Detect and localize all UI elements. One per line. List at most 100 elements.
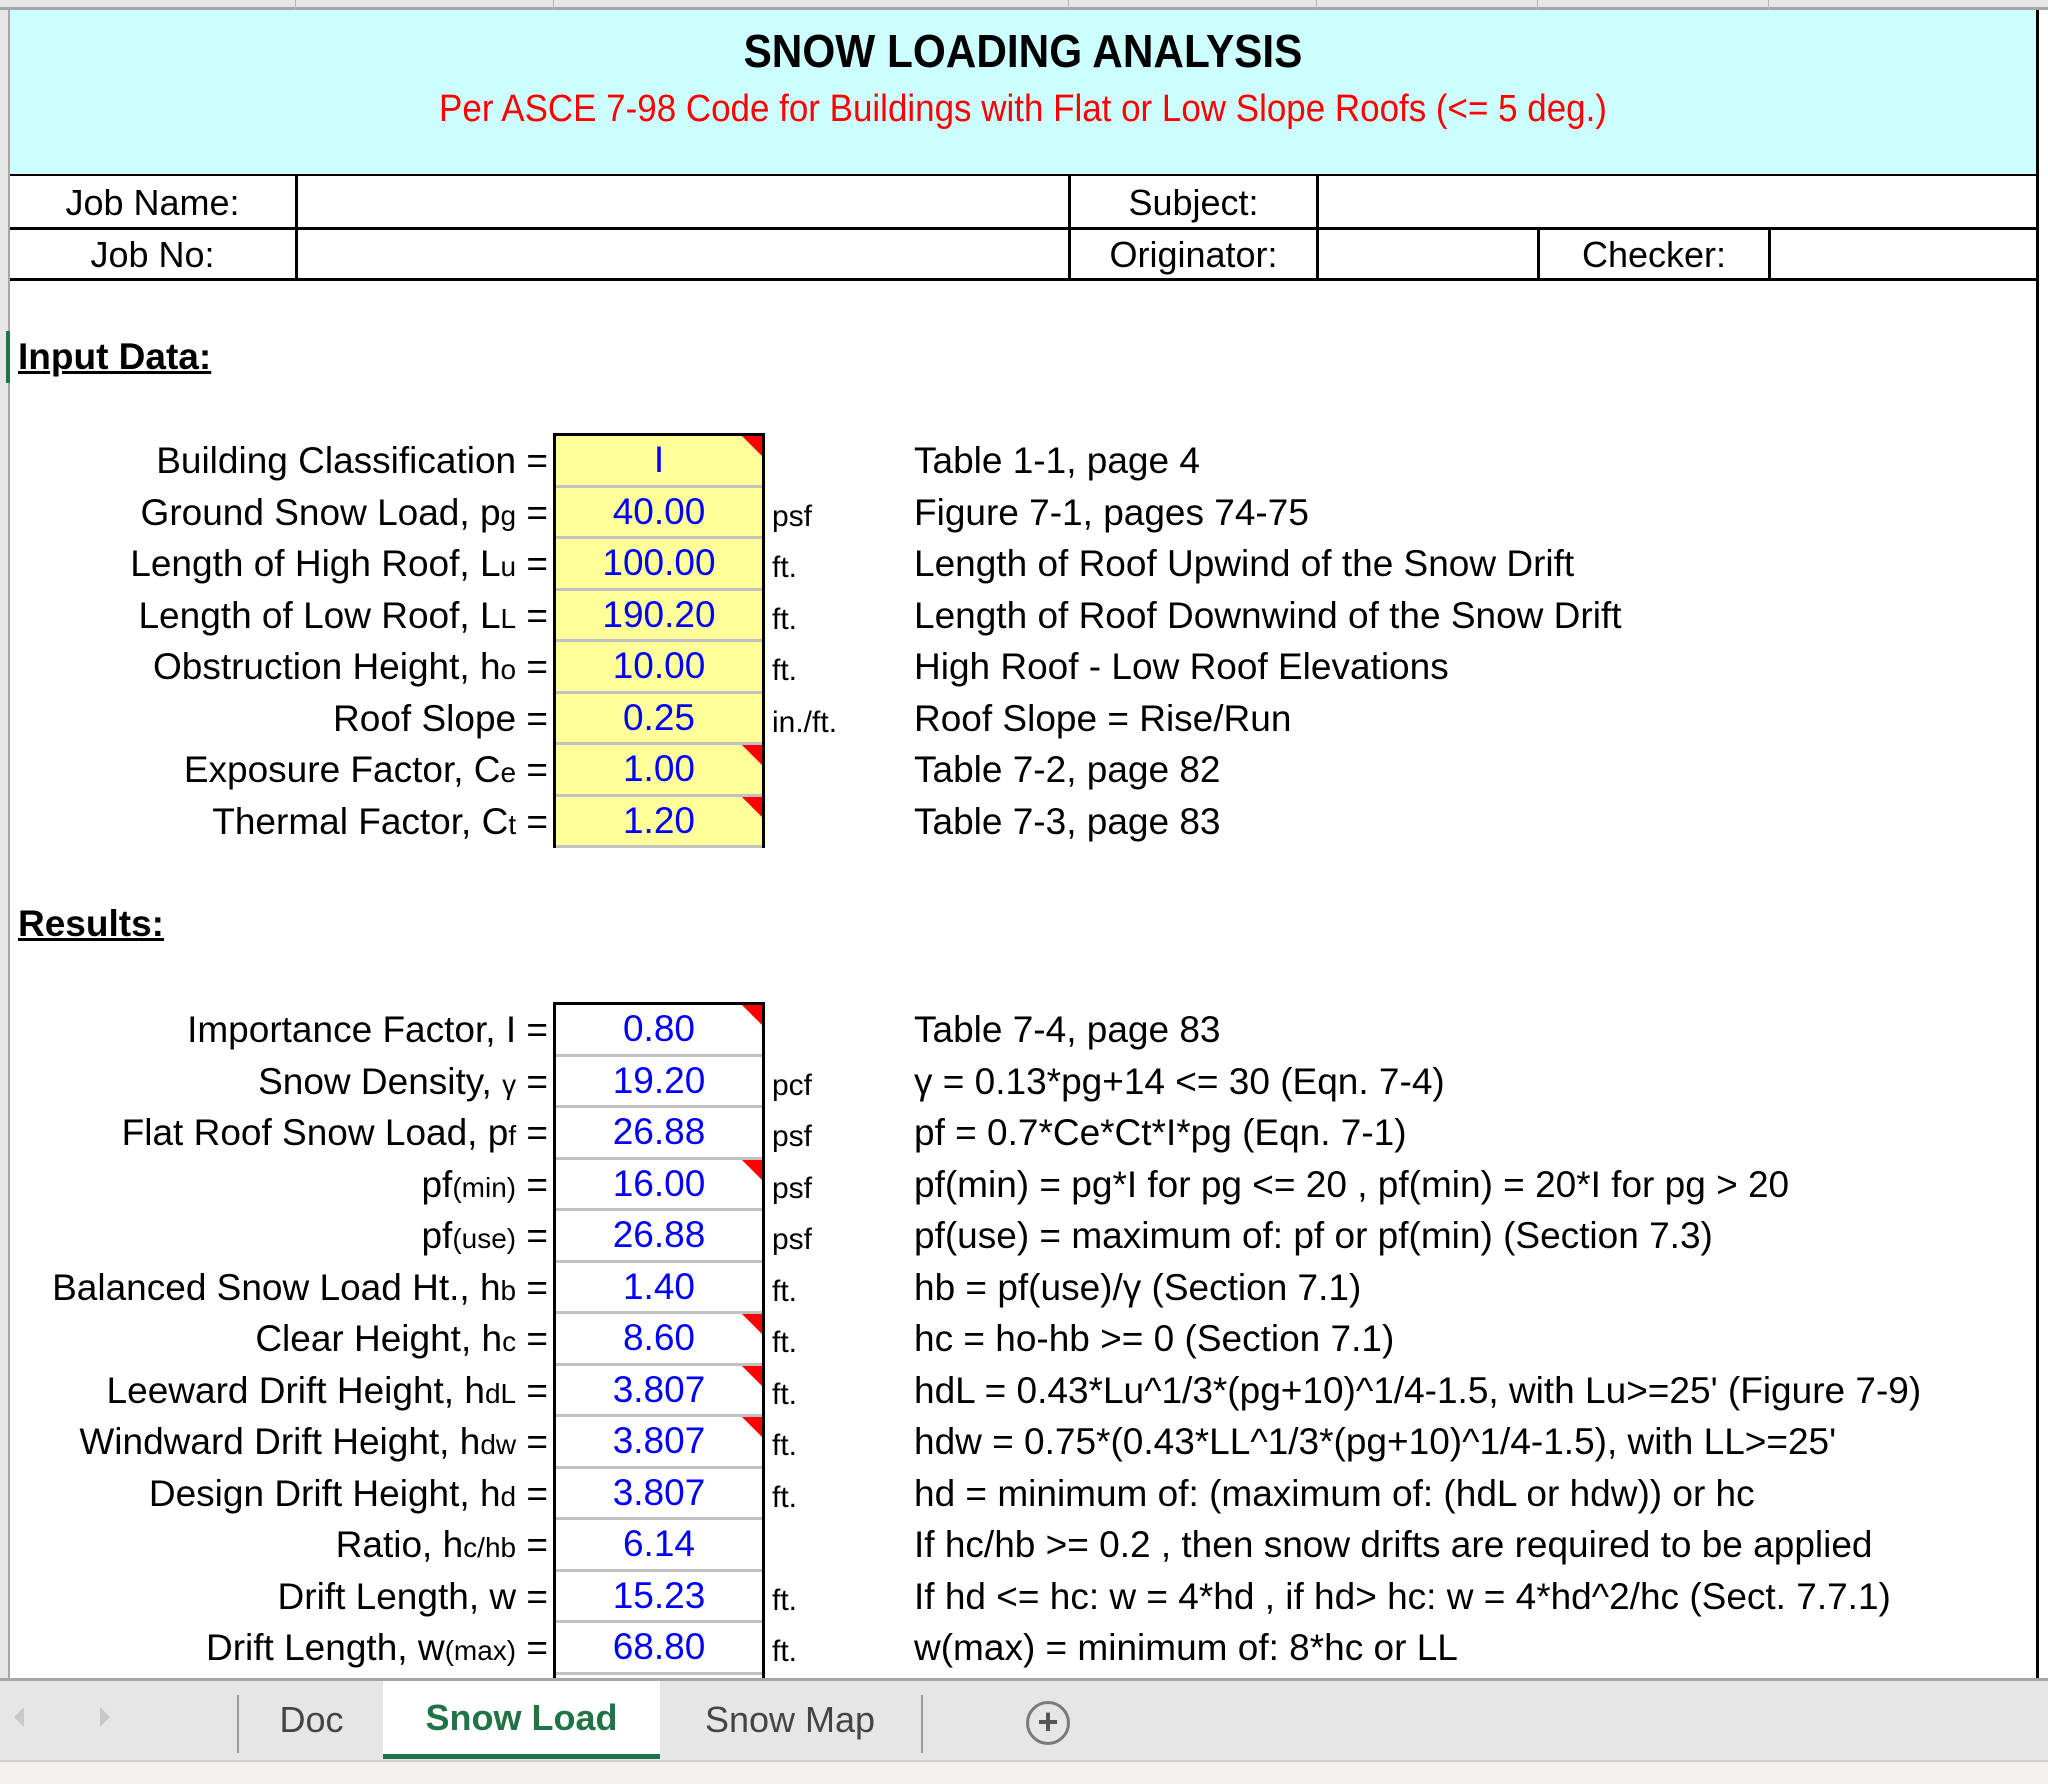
label-subscript: (max) bbox=[444, 1635, 517, 1666]
label-subscript: d bbox=[500, 1480, 517, 1512]
comment-indicator-icon[interactable] bbox=[742, 436, 762, 456]
unit-label: ft. bbox=[772, 602, 798, 636]
results-values-box: 0.80 19.20 26.88 16.00 26.88 1.40 8.60 3.807 3.8… bbox=[553, 1002, 765, 1678]
equals-sign: = bbox=[516, 491, 548, 533]
result-value-cell[interactable]: 19.20 bbox=[556, 1057, 762, 1108]
chevron-right-icon[interactable] bbox=[100, 1707, 110, 1727]
unit-label: psf bbox=[772, 499, 813, 533]
reference-note: hdL = 0.43*Lu^1/3*(pg+10)^1/4-1.5, with … bbox=[914, 1369, 1922, 1411]
input-value-cell[interactable]: 40.00 bbox=[556, 487, 762, 539]
result-value-cell[interactable]: 15.23 bbox=[556, 1572, 762, 1623]
unit-label: ft. bbox=[772, 1480, 798, 1514]
job-name-field[interactable] bbox=[298, 178, 1068, 228]
label-text: Ratio, h bbox=[335, 1524, 464, 1565]
column-divider[interactable] bbox=[295, 0, 296, 10]
unit-label: ft. bbox=[772, 1326, 798, 1359]
status-bar bbox=[0, 1760, 2048, 1784]
result-value-cell[interactable]: 3.807 bbox=[556, 1469, 762, 1520]
unit-label: ft. bbox=[772, 654, 798, 687]
result-value-cell[interactable]: 6.14 bbox=[556, 1520, 762, 1572]
result-value-cell[interactable]: 0.80 bbox=[556, 1005, 762, 1057]
result-value-cell[interactable]: 26.88 bbox=[556, 1108, 762, 1160]
result-value-cell[interactable]: 1.40 bbox=[556, 1263, 762, 1314]
input-value-cell[interactable]: 10.00 bbox=[556, 642, 762, 694]
comment-indicator-icon[interactable] bbox=[742, 1314, 762, 1334]
field-label: Obstruction Height, ho = bbox=[0, 646, 548, 688]
reference-note: hd = minimum of: (maximum of: (hdL or hd… bbox=[914, 1472, 1755, 1514]
tab-doc[interactable]: Doc bbox=[240, 1681, 383, 1759]
reference-note: If hc/hb >= 0.2 , then snow drifts are r… bbox=[914, 1524, 1873, 1565]
tab-snow-map[interactable]: Snow Map bbox=[660, 1681, 920, 1759]
add-sheet-button[interactable]: + bbox=[1026, 1701, 1070, 1745]
field-label: Length of High Roof, Lu = bbox=[0, 543, 548, 585]
input-value-cell[interactable]: 0.25 bbox=[556, 693, 762, 745]
comment-indicator-icon[interactable] bbox=[742, 1159, 762, 1180]
equals-sign: = bbox=[516, 697, 548, 739]
field-label: Drift Length, w = bbox=[0, 1576, 548, 1618]
equals-sign: = bbox=[516, 646, 548, 687]
reference-note: w(max) = minimum of: 8*hc or LL bbox=[914, 1627, 1458, 1668]
reference-note: Length of Roof Upwind of the Snow Drift bbox=[914, 543, 1575, 584]
equals-sign: = bbox=[516, 749, 548, 790]
result-value-cell[interactable]: 8.60 bbox=[556, 1314, 762, 1366]
equals-sign: = bbox=[516, 1009, 548, 1050]
comment-indicator-icon[interactable] bbox=[742, 1365, 762, 1386]
checker-label: Checker: bbox=[1581, 234, 1727, 275]
print-area-border bbox=[2036, 10, 2039, 1678]
results-heading: Results: bbox=[18, 903, 164, 944]
reference-note: hdw = 0.75*(0.43*LL^1/3*(pg+10)^1/4-1.5)… bbox=[914, 1421, 1837, 1462]
reference-note: Table 1-1, page 4 bbox=[914, 440, 1200, 481]
label-text: Clear Height, h bbox=[255, 1318, 503, 1359]
checker-field[interactable] bbox=[1771, 231, 2036, 279]
cell-value: 68.80 bbox=[612, 1626, 706, 1667]
reference-note: Table 7-3, page 83 bbox=[914, 800, 1221, 842]
input-value-cell[interactable]: I bbox=[556, 436, 762, 488]
label-subscript: u bbox=[500, 551, 517, 582]
comment-indicator-icon[interactable] bbox=[742, 796, 762, 817]
cell-value: 3.807 bbox=[612, 1420, 706, 1461]
input-value-cell[interactable]: 1.20 bbox=[556, 796, 762, 848]
column-header-strip[interactable] bbox=[0, 0, 2048, 10]
field-label: Windward Drift Height, hdw = bbox=[0, 1421, 548, 1463]
chevron-left-icon[interactable] bbox=[14, 1707, 24, 1727]
equals-sign: = bbox=[516, 1215, 548, 1256]
equals-sign: = bbox=[516, 543, 548, 584]
equals-sign: = bbox=[516, 440, 548, 481]
unit-label: psf bbox=[772, 1223, 813, 1256]
subject-field[interactable] bbox=[1319, 178, 2036, 228]
field-label: pf(min) = bbox=[0, 1164, 548, 1206]
reference-note: hc = ho-hb >= 0 (Section 7.1) bbox=[914, 1318, 1395, 1359]
originator-field[interactable] bbox=[1319, 231, 1537, 279]
input-value-cell[interactable]: 1.00 bbox=[556, 745, 762, 797]
reference-note: High Roof - Low Roof Elevations bbox=[914, 646, 1449, 687]
equals-sign: = bbox=[516, 1472, 548, 1514]
result-value-cell[interactable]: 3.807 bbox=[556, 1365, 762, 1417]
label-subscript: c/hb bbox=[463, 1532, 517, 1563]
reference-note: pf = 0.7*Ce*Ct*I*pg (Eqn. 7-1) bbox=[914, 1112, 1407, 1153]
result-value-cell[interactable]: 68.80 bbox=[556, 1623, 762, 1675]
field-label: Ratio, hc/hb = bbox=[0, 1524, 548, 1566]
comment-indicator-icon[interactable] bbox=[742, 1417, 762, 1437]
tab-snow-load[interactable]: Snow Load bbox=[383, 1681, 660, 1759]
result-value-cell[interactable]: 26.88 bbox=[556, 1211, 762, 1263]
label-text: Ground Snow Load, p bbox=[140, 491, 501, 533]
cell-value: 0.25 bbox=[622, 696, 695, 738]
job-no-field[interactable] bbox=[298, 231, 1068, 279]
column-divider[interactable] bbox=[1768, 0, 1769, 10]
job-name-label: Job Name: bbox=[65, 182, 240, 223]
column-divider[interactable] bbox=[1316, 0, 1317, 10]
column-divider[interactable] bbox=[1068, 0, 1069, 10]
input-value-cell[interactable]: 100.00 bbox=[556, 539, 762, 591]
label-text: Design Drift Height, h bbox=[148, 1472, 501, 1514]
column-divider[interactable] bbox=[1537, 0, 1538, 10]
result-value-cell[interactable]: 3.807 bbox=[556, 1417, 762, 1469]
comment-indicator-icon[interactable] bbox=[742, 1005, 762, 1025]
column-divider[interactable] bbox=[553, 0, 554, 10]
comment-indicator-icon[interactable] bbox=[742, 745, 762, 765]
input-value-cell[interactable]: 190.20 bbox=[556, 590, 762, 642]
result-value-cell[interactable]: 16.00 bbox=[556, 1159, 762, 1211]
cell-value: 6.14 bbox=[622, 1523, 695, 1564]
table-border bbox=[10, 278, 2036, 281]
cell-value: 3.807 bbox=[612, 1368, 706, 1410]
cell-value: 3.807 bbox=[612, 1471, 706, 1513]
